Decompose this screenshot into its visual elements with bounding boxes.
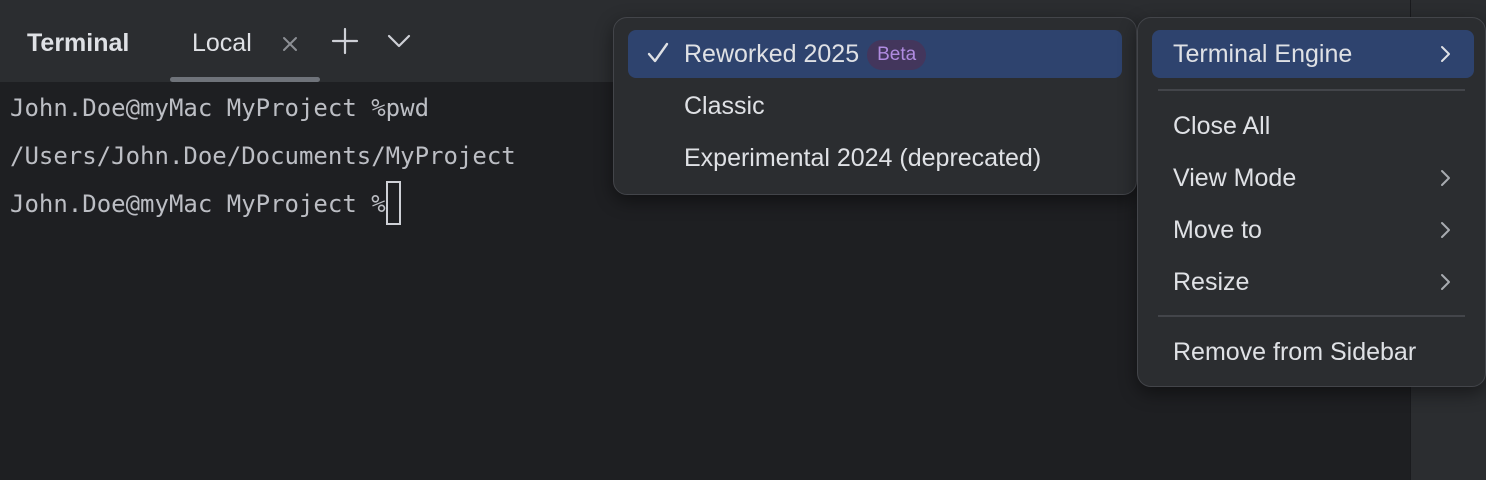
menu-item-label: View Mode (1173, 164, 1297, 192)
beta-badge: Beta (867, 40, 927, 70)
checkmark-icon (646, 40, 670, 66)
tool-window-title: Terminal (27, 29, 130, 57)
menu-item-label: Remove from Sidebar (1173, 338, 1417, 366)
menu-item-resize[interactable]: Resize (1152, 258, 1474, 306)
close-icon[interactable] (278, 32, 302, 56)
chevron-down-icon[interactable] (384, 26, 414, 56)
tab-local[interactable]: Local (170, 0, 320, 82)
terminal-prompt: John.Doe@myMac MyProject % (10, 190, 386, 218)
menu-item-view-mode[interactable]: View Mode (1152, 154, 1474, 202)
menu-item-close-all[interactable]: Close All (1152, 102, 1474, 150)
terminal-prompt-line: John.Doe@myMac MyProject % (10, 180, 516, 228)
menu-separator (1158, 315, 1465, 317)
menu-item-label: Reworked 2025 Beta (684, 38, 927, 70)
menu-item-label: Move to (1173, 216, 1262, 244)
active-tab-indicator (170, 77, 320, 82)
tab-label: Local (192, 29, 252, 57)
menu-item-label: Classic (684, 92, 765, 120)
menu-item-label: Close All (1173, 112, 1271, 140)
chevron-right-icon (1440, 45, 1452, 63)
menu-item-label: Experimental 2024 (deprecated) (684, 144, 1042, 172)
chevron-right-icon (1440, 169, 1452, 187)
options-menu: Terminal Engine Close All View Mode Move… (1137, 17, 1486, 387)
terminal-engine-submenu: Reworked 2025 Beta Classic Experimental 2… (613, 17, 1137, 195)
terminal-output[interactable]: John.Doe@myMac MyProject %pwd /Users/Joh… (10, 84, 516, 228)
plus-icon[interactable] (330, 26, 360, 56)
terminal-cursor (385, 181, 401, 225)
terminal-line: John.Doe@myMac MyProject %pwd (10, 94, 430, 122)
terminal-app: Terminal Local John.Doe@myMac MyProject … (0, 0, 1486, 480)
menu-item-remove-from-sidebar[interactable]: Remove from Sidebar (1152, 328, 1474, 376)
menu-item-terminal-engine[interactable]: Terminal Engine (1152, 30, 1474, 78)
menu-item-reworked-2025[interactable]: Reworked 2025 Beta (628, 30, 1122, 78)
menu-separator (1158, 89, 1465, 91)
menu-item-experimental-2024[interactable]: Experimental 2024 (deprecated) (628, 134, 1122, 182)
terminal-line: /Users/John.Doe/Documents/MyProject (10, 142, 516, 170)
chevron-right-icon (1440, 221, 1452, 239)
menu-item-label: Resize (1173, 268, 1250, 296)
chevron-right-icon (1440, 273, 1452, 291)
menu-item-classic[interactable]: Classic (628, 82, 1122, 130)
menu-item-label: Terminal Engine (1173, 40, 1353, 68)
engine-name: Reworked 2025 (684, 40, 860, 68)
menu-item-move-to[interactable]: Move to (1152, 206, 1474, 254)
